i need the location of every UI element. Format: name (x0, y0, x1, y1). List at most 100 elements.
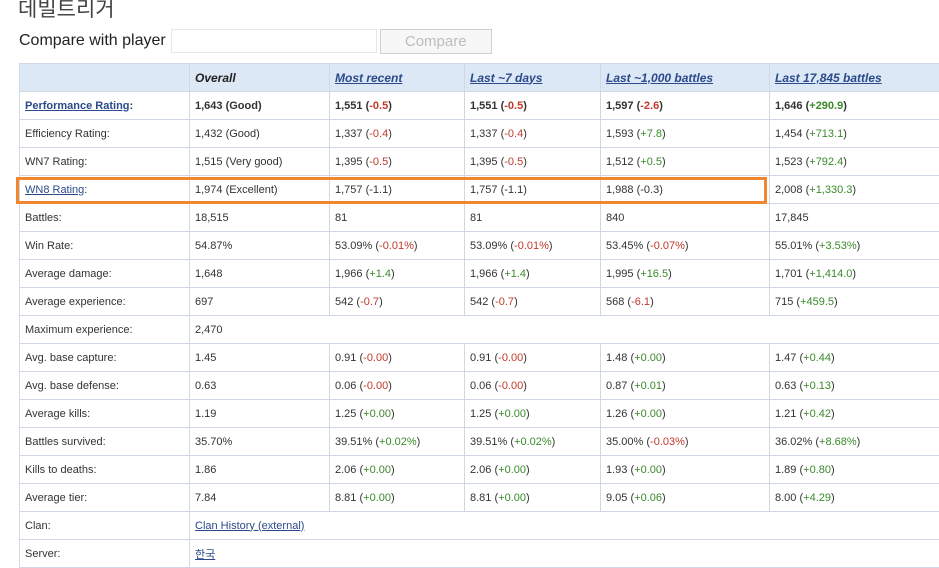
stat-delta: +0.00 (363, 407, 391, 420)
stat-value: 1,512 (606, 155, 634, 168)
header-last-1000-battles-link[interactable]: Last ~1,000 battles (606, 71, 713, 85)
row-label-cell[interactable]: WN8 Rating: (19, 175, 190, 204)
stat-delta: +792.4 (809, 155, 844, 168)
header-last-7-days-link[interactable]: Last ~7 days (470, 71, 542, 85)
stat-value: 1,974 (Excellent) (195, 183, 278, 196)
header-last-17845-battles-link[interactable]: Last 17,845 battles (775, 71, 882, 85)
stat-cell: 1,551 (-0.5) (329, 91, 465, 120)
row-label-cell[interactable]: Performance Rating: (19, 91, 190, 120)
stat-value: 697 (195, 295, 214, 308)
stat-value: 1,988 (606, 183, 634, 196)
row-label-cell: Average kills: (19, 399, 190, 428)
stat-cell: 1.89 (+0.80) (769, 455, 939, 484)
stat-value: 0.63 (775, 379, 797, 392)
row-label-cell: Average tier: (19, 483, 190, 512)
compare-label: Compare with player (19, 32, 166, 49)
stat-delta: -0.5 (504, 155, 524, 168)
header-last-17845-battles[interactable]: Last 17,845 battles (769, 63, 939, 92)
stats-row-battles-survived: Battles survived: 35.70% 39.51% (+0.02%) 39… (19, 427, 939, 456)
stat-value: 1.89 (775, 463, 797, 476)
row-label-link[interactable]: Performance Rating (25, 100, 130, 112)
stat-value: 81 (470, 211, 483, 224)
stat-value: 17,845 (775, 211, 809, 224)
stat-cell: 1,515 (Very good) (189, 147, 330, 176)
stat-value: 0.91 (335, 351, 357, 364)
span-link[interactable]: Clan History (external) (195, 520, 304, 532)
header-most-recent[interactable]: Most recent (329, 63, 465, 92)
stat-delta: +1.4 (504, 267, 526, 280)
stats-row-wn7-rating: WN7 Rating: 1,515 (Very good) 1,395 (-0.5)… (19, 147, 939, 176)
stat-value: 1,551 (470, 99, 498, 112)
compare-player-input[interactable] (170, 29, 377, 53)
stat-value: 0.06 (335, 379, 357, 392)
row-label: Win Rate: (25, 239, 74, 252)
stats-row-performance-rating: Performance Rating: 1,643 (Good) 1,551 (-0… (19, 91, 939, 120)
stat-cell: 81 (329, 203, 465, 232)
stat-delta: +0.01 (634, 379, 662, 392)
stat-cell: 1,395 (-0.5) (464, 147, 601, 176)
stats-row-server: Server: 한국 (19, 539, 939, 568)
header-most-recent-link[interactable]: Most recent (335, 71, 402, 85)
stats-row-maximum-experience: Maximum experience: 2,470 (19, 315, 939, 344)
span-link[interactable]: 한국 (195, 549, 215, 561)
stat-delta: -0.7 (495, 295, 515, 308)
row-label-suffix: : (84, 183, 88, 196)
stat-value: 1,337 (335, 127, 363, 140)
stat-cell: 55.01% (+3.53%) (769, 231, 939, 260)
stat-value: 1,432 (Good) (195, 127, 260, 140)
stat-value: 1.26 (606, 407, 628, 420)
row-label-link[interactable]: WN8 Rating (25, 184, 84, 196)
stat-cell: 1,646 (+290.9) (769, 91, 939, 120)
stat-delta: -0.00 (498, 351, 524, 364)
stat-value: 18,515 (195, 211, 229, 224)
stat-value: 1.48 (606, 351, 628, 364)
stat-delta: -0.07% (650, 239, 685, 252)
stat-value: 53.09% (470, 239, 508, 252)
stat-value: 1,966 (335, 267, 363, 280)
stat-value: 0.63 (195, 379, 217, 392)
stat-value: 39.51% (335, 435, 373, 448)
row-label: Maximum experience: (25, 323, 133, 336)
stat-delta: -2.6 (640, 99, 660, 112)
span-value: 2,470 (195, 323, 223, 336)
header-last-1000-battles[interactable]: Last ~1,000 battles (600, 63, 770, 92)
stat-cell: 1.93 (+0.00) (600, 455, 770, 484)
row-label-cell: Battles survived: (19, 427, 190, 456)
stat-cell: 8.81 (+0.00) (329, 483, 465, 512)
stat-value: 1,646 (775, 99, 803, 112)
stat-value: 2,008 (775, 183, 803, 196)
stat-value: 840 (606, 211, 625, 224)
span-cell[interactable]: 한국 (189, 539, 939, 568)
stat-delta: -6.1 (631, 295, 651, 308)
stat-value: 2.06 (470, 463, 492, 476)
stat-cell: 53.09% (-0.01%) (464, 231, 601, 260)
stat-value: 1.25 (335, 407, 357, 420)
row-label-cell: Avg. base capture: (19, 343, 190, 372)
header-last-7-days[interactable]: Last ~7 days (464, 63, 601, 92)
span-cell[interactable]: Clan History (external) (189, 511, 939, 540)
compare-button[interactable]: Compare (379, 28, 492, 54)
stats-body: Performance Rating: 1,643 (Good) 1,551 (-0… (19, 91, 939, 568)
stat-value: 35.00% (606, 435, 644, 448)
stat-cell: 1.45 (189, 343, 330, 372)
row-label-suffix: : (129, 99, 134, 112)
stat-delta: -0.3 (640, 183, 660, 196)
stat-value: 0.87 (606, 379, 628, 392)
stat-delta: +1,414.0 (809, 267, 853, 280)
stat-value: 1,643 (Good) (195, 99, 262, 112)
stat-value: 8.81 (335, 491, 357, 504)
stats-row-average-experience: Average experience: 697 542 (-0.7) 542 (-0.… (19, 287, 939, 316)
row-label: Average tier: (25, 491, 88, 504)
stat-delta: -0.01% (514, 239, 549, 252)
stat-value: 542 (335, 295, 354, 308)
stat-delta: +0.42 (803, 407, 831, 420)
stat-delta: -1.1 (504, 183, 524, 196)
row-label-cell: Kills to deaths: (19, 455, 190, 484)
stats-row-battles: Battles: 18,515 81 81 840 17,845 (19, 203, 939, 232)
stat-value: 53.09% (335, 239, 373, 252)
stat-value: 1.19 (195, 407, 217, 420)
row-label: Clan: (25, 519, 51, 532)
stat-cell: 53.09% (-0.01%) (329, 231, 465, 260)
stat-value: 1,551 (335, 99, 363, 112)
stat-delta: +0.80 (803, 463, 831, 476)
